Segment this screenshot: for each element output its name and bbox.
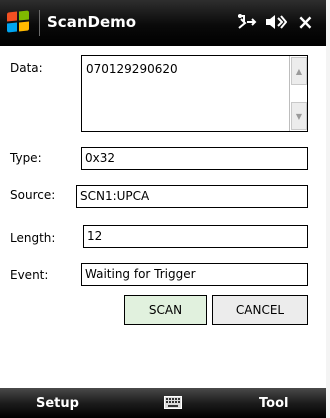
data-scrollbar[interactable]: ▲ ▼ [289, 56, 307, 131]
tool-softkey[interactable]: Tool [259, 396, 288, 411]
event-field[interactable]: Waiting for Trigger [81, 263, 308, 286]
data-label: Data: [10, 61, 43, 75]
windows-start-icon[interactable] [7, 10, 31, 34]
event-label: Event: [10, 268, 49, 282]
source-field[interactable]: SCN1:UPCA [76, 185, 308, 208]
type-label: Type: [10, 151, 42, 165]
connectivity-icon[interactable] [236, 12, 258, 32]
setup-softkey[interactable]: Setup [36, 396, 79, 411]
cancel-button[interactable]: CANCEL [212, 295, 308, 325]
title-bar: ScanDemo × [0, 0, 326, 46]
close-icon[interactable]: × [297, 10, 314, 34]
scroll-down-icon[interactable]: ▼ [291, 102, 307, 130]
title-separator [39, 10, 40, 36]
app-title: ScanDemo [47, 13, 137, 31]
data-value: 070129290620 [86, 62, 178, 76]
softkey-bar: Setup Tool [0, 388, 326, 418]
screen-edge [326, 0, 330, 418]
data-textarea[interactable]: 070129290620 ▲ ▼ [81, 55, 308, 132]
type-field[interactable]: 0x32 [81, 147, 308, 170]
source-label: Source: [10, 188, 56, 202]
device-screen: ScanDemo × Data: 070129290620 ▲ ▼ Type: … [0, 0, 326, 418]
length-field[interactable]: 12 [83, 225, 308, 248]
scroll-up-icon[interactable]: ▲ [291, 57, 307, 85]
length-label: Length: [10, 231, 56, 245]
scan-button[interactable]: SCAN [124, 295, 207, 325]
keyboard-icon[interactable] [164, 396, 182, 409]
speaker-icon[interactable] [265, 13, 287, 31]
